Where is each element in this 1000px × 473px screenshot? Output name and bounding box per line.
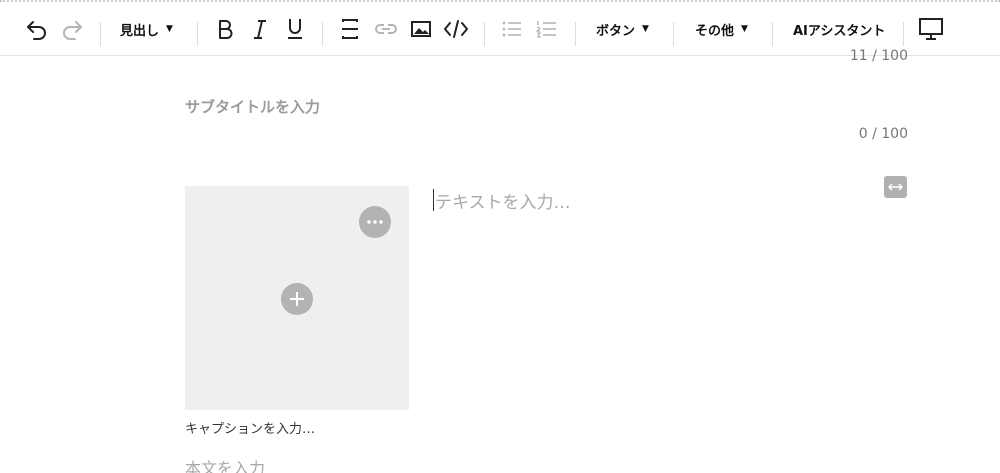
code-icon [444,20,468,38]
toolbar-divider [484,22,485,46]
strikethrough-button[interactable] [335,2,365,56]
redo-icon [63,21,82,40]
button-dropdown-label: ボタン [596,23,636,39]
width-toggle-button[interactable] [884,176,907,198]
button-dropdown[interactable]: ボタン ▼ [596,2,649,56]
text-input[interactable]: テキストを入力… [433,188,571,213]
italic-button[interactable] [245,2,275,56]
undo-icon [27,21,46,40]
subtitle-char-counter: 0 / 100 [858,126,908,142]
toolbar-divider [322,22,323,46]
more-horizontal-icon [367,220,383,224]
toolbar-divider [197,22,198,46]
other-dropdown[interactable]: その他 ▼ [695,2,748,56]
subtitle-input[interactable]: サブタイトルを入力 [185,96,320,117]
more-options-button[interactable] [359,206,391,238]
toolbar-divider [100,22,101,46]
image-button[interactable] [406,2,436,56]
chevron-down-icon: ▼ [642,24,649,34]
toolbar-divider [575,22,576,46]
bold-button[interactable] [210,2,240,56]
undo-button[interactable] [22,2,52,56]
bullet-list-button[interactable] [497,2,527,56]
underline-button[interactable] [280,2,310,56]
other-dropdown-label: その他 [695,23,735,39]
desktop-preview-button[interactable] [916,2,946,56]
heading-dropdown[interactable]: 見出し ▼ [120,2,173,56]
editor-page: 見出し ▼ ボタン ▼ その他 ▼ AIアシスタント 11 / 100 サブタイ… [0,0,1000,473]
numbered-list-icon [536,21,556,38]
heading-dropdown-label: 見出し [120,23,160,39]
toolbar-divider [772,22,773,46]
italic-icon [254,20,266,39]
text-input-placeholder: テキストを入力… [435,192,571,213]
link-icon [375,24,397,34]
caption-input[interactable]: キャプションを入力… [185,418,315,437]
plus-icon [290,292,304,306]
image-placeholder[interactable] [185,186,409,410]
add-image-button[interactable] [281,283,313,315]
underline-icon [288,19,302,39]
bold-icon [219,20,233,39]
horizontal-resize-icon [888,183,903,191]
title-char-counter: 11 / 100 [849,48,908,64]
chevron-down-icon: ▼ [741,24,748,34]
body-input[interactable]: 本文を入力 [185,455,265,473]
code-button[interactable] [441,2,471,56]
link-button[interactable] [371,2,401,56]
toolbar-divider [903,22,904,46]
ai-assistant-label: AIアシスタント [793,23,886,39]
redo-button[interactable] [57,2,87,56]
text-cursor [433,189,434,211]
desktop-preview-icon [919,18,943,40]
image-icon [411,21,431,37]
chevron-down-icon: ▼ [166,24,173,34]
strikethrough-icon [342,19,358,39]
numbered-list-button[interactable] [532,2,562,56]
bullet-list-icon [502,21,521,37]
toolbar-divider [673,22,674,46]
